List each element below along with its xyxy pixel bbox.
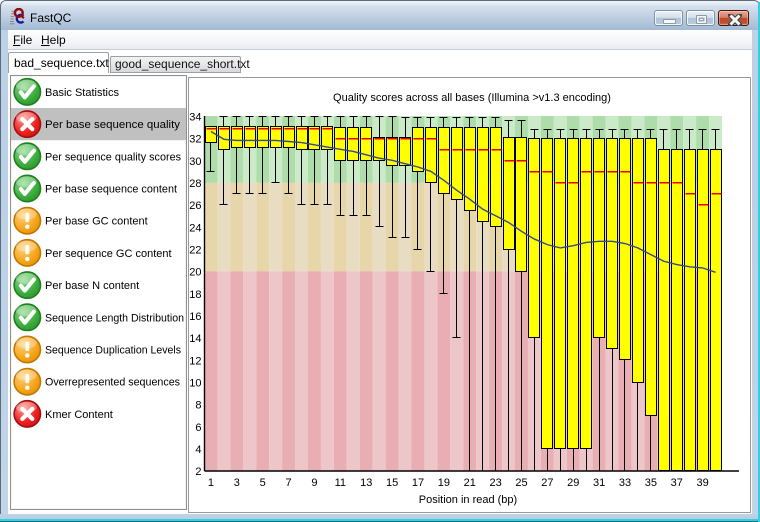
svg-text:13: 13 [360,477,372,489]
svg-text:12: 12 [189,355,201,367]
svg-text:37: 37 [671,477,683,489]
svg-text:Per sequence GC content: Per sequence GC content [45,248,172,260]
svg-text:29: 29 [567,477,579,489]
svg-text:Per base sequence content: Per base sequence content [45,184,177,196]
svg-text:4: 4 [195,444,201,456]
svg-text:1: 1 [208,477,214,489]
svg-text:6: 6 [195,422,201,434]
svg-text:8: 8 [195,400,201,412]
svg-text:Per base GC content: Per base GC content [45,216,148,228]
svg-text:32: 32 [189,134,201,146]
svg-text:14: 14 [189,333,201,345]
svg-text:Basic Statistics: Basic Statistics [45,87,119,99]
svg-text:5: 5 [260,477,266,489]
svg-text:31: 31 [593,477,605,489]
svg-text:Kmer Content: Kmer Content [45,409,113,421]
svg-text:Per base N content: Per base N content [45,280,139,292]
svg-text:16: 16 [189,311,201,323]
svg-text:24: 24 [189,222,201,234]
svg-text:35: 35 [645,477,657,489]
svg-text:11: 11 [335,477,346,489]
svg-text:25: 25 [515,477,527,489]
svg-text:Sequence Duplication Levels: Sequence Duplication Levels [45,345,181,357]
svg-text:19: 19 [438,477,450,489]
svg-text:Per sequence quality scores: Per sequence quality scores [45,151,181,163]
svg-text:9: 9 [311,477,317,489]
svg-text:10: 10 [189,378,201,390]
svg-text:3: 3 [234,477,240,489]
svg-text:27: 27 [541,477,553,489]
svg-text:2: 2 [195,466,201,478]
svg-text:22: 22 [189,244,201,256]
svg-text:28: 28 [189,178,201,190]
svg-text:Position in read (bp): Position in read (bp) [419,494,517,506]
svg-text:Quality scores across all base: Quality scores across all bases (Illumin… [333,92,611,104]
svg-text:30: 30 [189,156,201,168]
svg-text:39: 39 [696,477,708,489]
svg-text:7: 7 [286,477,292,489]
svg-text:33: 33 [619,477,631,489]
svg-text:15: 15 [386,477,398,489]
svg-text:26: 26 [189,200,201,212]
svg-text:Sequence Length Distribution: Sequence Length Distribution [45,312,184,324]
svg-text:Per base sequence quality: Per base sequence quality [45,119,181,131]
svg-text:17: 17 [412,477,424,489]
svg-text:18: 18 [189,289,201,301]
svg-text:34: 34 [189,111,201,123]
svg-text:21: 21 [464,477,476,489]
svg-text:20: 20 [189,267,201,279]
svg-text:Overrepresented sequences: Overrepresented sequences [45,377,180,389]
svg-text:23: 23 [489,477,501,489]
